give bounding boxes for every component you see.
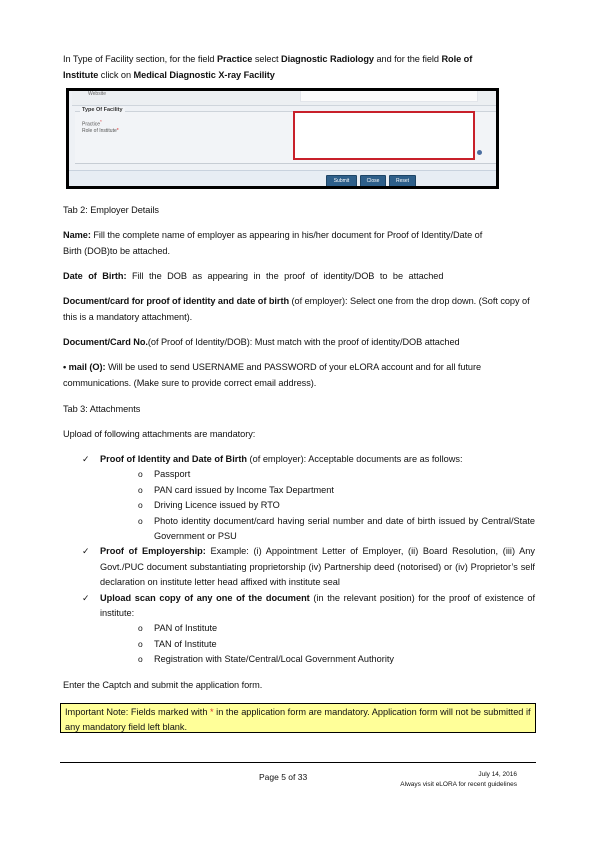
bullet-icon: o (138, 623, 143, 634)
bullet-icon: o (138, 515, 143, 526)
close-button[interactable]: Close (360, 175, 386, 186)
list-item: o PAN of Institute (138, 621, 535, 636)
required-star: * (116, 128, 119, 134)
submit-button[interactable]: Submit (326, 175, 357, 186)
medical-facility-term: Medical Diagnostic X-ray Facility (133, 69, 275, 80)
attachment-item-existence: ✓ Upload scan copy of any one of the doc… (82, 591, 535, 668)
type-of-facility-legend: Type Of Facility (80, 107, 125, 113)
website-input (300, 91, 478, 102)
attachments-intro: Upload of following attachments are mand… (63, 429, 256, 439)
website-label: Website (88, 91, 106, 97)
practice-term: Practice (216, 54, 253, 64)
dob-instructions: Date of Birth: Fill the DOB as appearing… (63, 271, 444, 281)
list-item: o Passport (138, 467, 535, 482)
name-instructions: Name: Fill the complete name of employer… (63, 230, 483, 256)
checkmark-icon: ✓ (82, 592, 90, 603)
attachments-list: ✓ Proof of Identity and Date of Birth (o… (82, 452, 535, 668)
list-item: o Driving Licence issued by RTO (138, 498, 535, 513)
checkmark-icon: ✓ (82, 546, 90, 557)
button-bar: Submit Close Reset (69, 170, 496, 186)
identity-documents-list: o Passport o PAN card issued by Income Tax… (100, 467, 535, 544)
form-screenshot: Website Type Of Facility Practice* Role … (66, 88, 499, 189)
document-number-instructions: Document/Card No.(of Proof of Identity/D… (63, 337, 460, 347)
checkmark-icon: ✓ (82, 454, 90, 464)
list-item: o PAN card issued by Income Tax Departmen… (138, 483, 535, 498)
attachment-item-identity: ✓ Proof of Identity and Date of Birth (o… (82, 452, 535, 544)
list-item: o Registration with State/Central/Local G… (138, 652, 535, 667)
highlighted-select-area[interactable] (293, 111, 475, 160)
practice-label: Practice* (82, 119, 102, 128)
captcha-instruction: Enter the Captch and submit the applicat… (63, 680, 263, 690)
document-card-instructions: Document/card for proof of identity and … (63, 296, 530, 322)
bullet-icon: o (138, 484, 143, 495)
footer-divider (60, 762, 536, 763)
help-icon[interactable] (477, 150, 482, 155)
bullet-icon: o (138, 500, 143, 511)
bullet-icon: o (138, 654, 143, 665)
attachment-item-employership: ✓ Proof of Employership: Example: (i) Ap… (82, 546, 535, 588)
existence-documents-list: o PAN of Institute o TAN of Institute o Reg… (100, 621, 535, 667)
important-note: Important Note: Fields marked with * in … (60, 703, 536, 733)
tab3-heading: Tab 3: Attachments (63, 404, 141, 414)
bullet-icon: o (138, 638, 143, 649)
bullet-icon: o (138, 469, 143, 480)
required-star: * (100, 119, 102, 124)
diagnostic-radiology-term: Diagnostic Radiology (281, 54, 374, 64)
website-row: Website (72, 91, 496, 106)
footer-guideline-note: Always visit eLORA for recent guidelines (400, 781, 517, 788)
list-item: o Photo identity document/card having ser… (138, 515, 535, 542)
list-item: o TAN of Institute (138, 637, 535, 652)
tab2-heading: Tab 2: Employer Details (63, 205, 159, 215)
footer-date: July 14, 2016 (478, 771, 517, 778)
reset-button[interactable]: Reset (389, 175, 416, 186)
role-of-institute-label: Role of Institute* (82, 128, 119, 134)
intro-paragraph: In Type of Facility section, for the fie… (63, 54, 473, 80)
role-term: Role of (441, 54, 473, 64)
page-number: Page 5 of 33 (259, 772, 308, 782)
email-instructions: • mail (O): Will be used to send USERNAM… (63, 362, 482, 388)
